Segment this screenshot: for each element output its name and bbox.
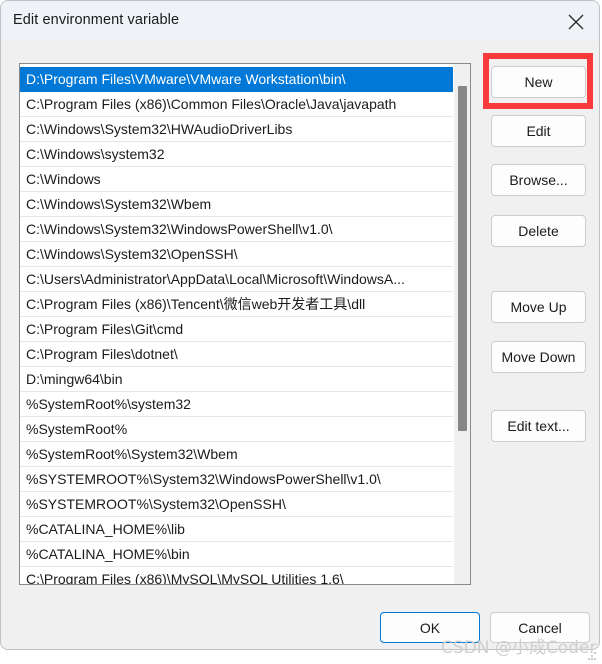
path-list-item[interactable]: C:\Program Files (x86)\Tencent\微信web开发者工… xyxy=(20,292,454,317)
path-list-item[interactable]: C:\Windows\system32 xyxy=(20,142,454,167)
vertical-scrollbar-thumb[interactable] xyxy=(458,86,467,431)
path-list: D:\Program Files\VMware\VMware Workstati… xyxy=(20,67,454,585)
cancel-button[interactable]: Cancel xyxy=(490,612,590,643)
edit-text-button[interactable]: Edit text... xyxy=(491,410,586,442)
path-list-item[interactable]: C:\Program Files (x86)\Common Files\Orac… xyxy=(20,92,454,117)
path-list-item[interactable]: %SystemRoot%\System32\Wbem xyxy=(20,442,454,467)
move-down-button[interactable]: Move Down xyxy=(491,341,586,373)
dialog-title: Edit environment variable xyxy=(13,12,179,28)
path-list-item[interactable]: %SYSTEMROOT%\System32\OpenSSH\ xyxy=(20,492,454,517)
path-list-item[interactable]: C:\Windows\System32\HWAudioDriverLibs xyxy=(20,117,454,142)
path-list-item[interactable]: %SystemRoot% xyxy=(20,417,454,442)
ok-button[interactable]: OK xyxy=(380,612,480,643)
path-list-item[interactable]: C:\Windows\System32\OpenSSH\ xyxy=(20,242,454,267)
path-list-item[interactable]: C:\Program Files\Git\cmd xyxy=(20,317,454,342)
path-list-item[interactable]: %CATALINA_HOME%\lib xyxy=(20,517,454,542)
watermark-dots xyxy=(588,652,597,661)
path-list-item[interactable]: C:\Program Files (x86)\MySQL\MySQL Utili… xyxy=(20,567,454,585)
path-list-item[interactable]: C:\Program Files\dotnet\ xyxy=(20,342,454,367)
path-list-item[interactable]: %SYSTEMROOT%\System32\WindowsPowerShell\… xyxy=(20,467,454,492)
path-list-item[interactable]: C:\Users\Administrator\AppData\Local\Mic… xyxy=(20,267,454,292)
path-list-item[interactable]: %SystemRoot%\system32 xyxy=(20,392,454,417)
new-button[interactable]: New xyxy=(491,66,586,98)
path-list-item[interactable]: C:\Windows\System32\Wbem xyxy=(20,192,454,217)
path-list-item[interactable]: D:\Program Files\VMware\VMware Workstati… xyxy=(20,67,454,92)
close-button[interactable] xyxy=(553,1,599,41)
path-list-item[interactable]: C:\Windows\System32\WindowsPowerShell\v1… xyxy=(20,217,454,242)
vertical-scrollbar-track[interactable] xyxy=(453,64,470,584)
path-list-item[interactable]: %CATALINA_HOME%\bin xyxy=(20,542,454,567)
close-icon xyxy=(566,12,586,32)
move-up-button[interactable]: Move Up xyxy=(491,291,586,323)
path-list-item[interactable]: D:\mingw64\bin xyxy=(20,367,454,392)
browse-button[interactable]: Browse... xyxy=(491,164,586,196)
delete-button[interactable]: Delete xyxy=(491,215,586,247)
edit-button[interactable]: Edit xyxy=(491,115,586,147)
title-bar: Edit environment variable xyxy=(1,1,599,41)
edit-environment-variable-dialog: Edit environment variable D:\Program Fil… xyxy=(0,0,600,650)
path-list-item[interactable]: C:\Windows xyxy=(20,167,454,192)
path-list-box[interactable]: D:\Program Files\VMware\VMware Workstati… xyxy=(19,63,471,585)
